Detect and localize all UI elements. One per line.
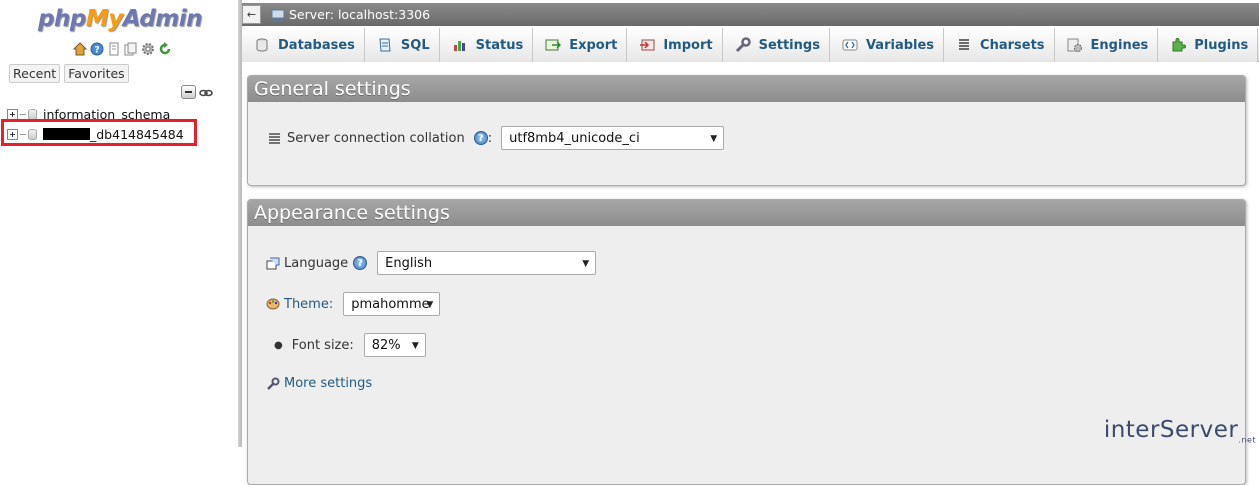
link-icon[interactable] (199, 85, 213, 99)
collapse-nav-button[interactable]: ← (242, 5, 261, 24)
general-settings-panel: General settings Server connection colla… (247, 75, 1246, 186)
wrench-icon (735, 37, 751, 53)
collation-select[interactable]: utf8mb4_unicode_ci ▼ (501, 126, 725, 150)
interserver-watermark: interServer.net (1103, 417, 1256, 445)
theme-row: Theme: pmahomme ▼ (266, 292, 441, 316)
tab-import[interactable]: Import (627, 28, 723, 62)
phpmyadmin-logo[interactable]: phpMyAdmin (38, 6, 202, 32)
panel-title: General settings (248, 76, 1245, 102)
dropdown-caret-icon: ▼ (411, 341, 419, 351)
export-icon (545, 37, 562, 53)
palette-icon (266, 297, 280, 311)
collation-label: Server connection collation (287, 130, 465, 146)
panel-title: Appearance settings (248, 200, 1245, 226)
help-icon[interactable]: ? (353, 256, 368, 270)
main-content: General settings Server connection colla… (242, 63, 1259, 485)
language-row: Language ? English ▼ (266, 251, 597, 275)
tab-status[interactable]: Status (439, 28, 534, 62)
language-icon (266, 256, 280, 270)
appearance-settings-panel: Appearance settings Language ? English ▼… (247, 199, 1246, 485)
collation-row: Server connection collation ? : utf8mb4_… (268, 126, 725, 150)
dropdown-caret-icon: ▼ (426, 300, 434, 310)
tab-databases[interactable]: Databases (242, 28, 365, 62)
database-icon (254, 37, 270, 53)
tab-engines[interactable]: Engines (1054, 28, 1159, 62)
tab-label: Variables (865, 37, 935, 53)
nav-quick-icons: ? (73, 42, 172, 56)
variables-icon (842, 37, 858, 53)
plugins-icon (1170, 37, 1187, 53)
language-label: Language (284, 255, 349, 271)
navigation-panel: phpMyAdmin ? Recent Favorites informatio… (0, 0, 240, 447)
tab-label: Charsets (980, 37, 1045, 53)
theme-select[interactable]: pmahomme ▼ (343, 292, 441, 316)
tab-variables[interactable]: Variables (829, 28, 945, 62)
server-breadcrumb-bar: ← Server: localhost:3306 (242, 3, 1259, 26)
select-value: 82% (371, 337, 401, 353)
tab-label: Export (569, 37, 618, 53)
tab-label: Engines (1090, 37, 1149, 53)
settings-icon[interactable] (141, 42, 155, 56)
help-icon[interactable]: ? (90, 42, 104, 56)
tab-charsets[interactable]: Charsets (944, 28, 1055, 62)
import-icon (639, 37, 655, 53)
copy-icon[interactable] (124, 42, 138, 56)
tab-label: Plugins (1194, 37, 1249, 53)
tab-label: SQL (400, 37, 430, 53)
server-label[interactable]: Server: localhost:3306 (289, 7, 430, 22)
help-icon[interactable]: ? (473, 131, 488, 145)
nav-tabs: Recent Favorites (9, 64, 129, 83)
fontsize-row: ● Font size: 82% ▼ (274, 333, 426, 357)
tab-label: Status (475, 37, 524, 53)
highlight-box (1, 119, 197, 146)
tab-export[interactable]: Export (533, 28, 628, 62)
tab-plugins[interactable]: Plugins (1158, 28, 1259, 62)
nav-tab-favorites[interactable]: Favorites (64, 64, 129, 83)
more-settings-link[interactable]: More settings (284, 376, 372, 391)
nav-tree-controls (181, 85, 213, 99)
language-select[interactable]: English ▼ (377, 251, 597, 275)
nav-tab-recent[interactable]: Recent (9, 64, 61, 83)
engines-icon (1067, 37, 1083, 53)
expand-icon[interactable] (7, 108, 18, 120)
wrench-icon (266, 377, 280, 391)
tab-sql[interactable]: SQL (364, 28, 440, 62)
svg-text:?: ? (94, 46, 99, 56)
status-icon (452, 37, 468, 53)
bullet: ● (274, 339, 283, 351)
collation-colon: : (487, 130, 493, 146)
sql-icon (377, 37, 393, 53)
tab-label: Databases (278, 37, 355, 53)
main-menu: Databases SQL Status Export Import Setti… (242, 28, 1259, 62)
charsets-icon (956, 37, 972, 53)
collapse-all-icon[interactable] (181, 85, 196, 99)
breadcrumb[interactable]: Server: localhost:3306 (271, 7, 430, 22)
server-icon (271, 8, 285, 22)
tab-label: Settings (758, 37, 820, 53)
tab-settings[interactable]: Settings (722, 28, 830, 62)
docs-icon[interactable] (107, 42, 121, 56)
reload-icon[interactable] (158, 42, 172, 56)
home-icon[interactable] (73, 42, 87, 56)
fontsize-label: Font size: (291, 337, 354, 353)
dropdown-caret-icon: ▼ (582, 259, 590, 269)
select-value: English (385, 255, 433, 271)
more-settings-row: More settings (266, 376, 372, 391)
database-icon (28, 108, 37, 120)
collation-icon (268, 131, 282, 145)
select-value: utf8mb4_unicode_ci (509, 130, 640, 146)
tree-connector (20, 113, 26, 115)
fontsize-select[interactable]: 82% ▼ (363, 333, 426, 357)
tab-label: Import (663, 37, 713, 53)
select-value: pmahomme (351, 296, 430, 312)
dropdown-caret-icon: ▼ (710, 134, 718, 144)
theme-label[interactable]: Theme: (284, 297, 333, 312)
